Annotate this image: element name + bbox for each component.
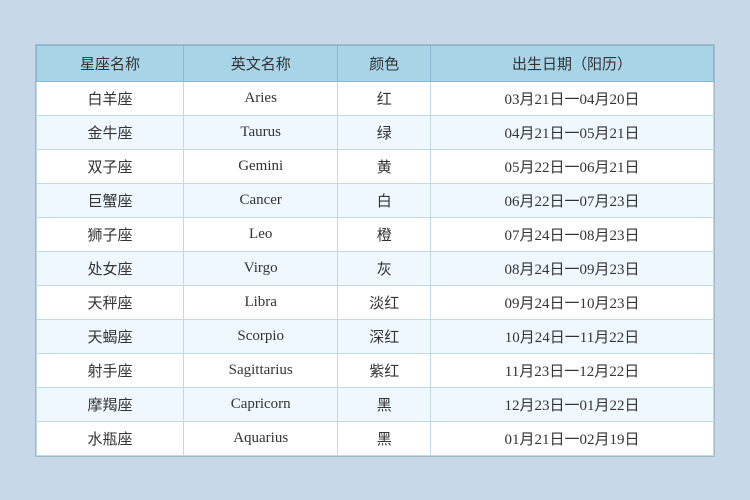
cell-english: Sagittarius — [183, 353, 337, 387]
cell-color: 黑 — [338, 421, 431, 455]
cell-color: 绿 — [338, 115, 431, 149]
table-row: 天秤座Libra淡红09月24日一10月23日 — [37, 285, 714, 319]
cell-dates: 04月21日一05月21日 — [430, 115, 713, 149]
cell-color: 黄 — [338, 149, 431, 183]
table-row: 射手座Sagittarius紫红11月23日一12月22日 — [37, 353, 714, 387]
cell-color: 橙 — [338, 217, 431, 251]
table-row: 狮子座Leo橙07月24日一08月23日 — [37, 217, 714, 251]
table-row: 金牛座Taurus绿04月21日一05月21日 — [37, 115, 714, 149]
cell-dates: 08月24日一09月23日 — [430, 251, 713, 285]
zodiac-table-container: 星座名称 英文名称 颜色 出生日期（阳历） 白羊座Aries红03月21日一04… — [35, 44, 715, 457]
header-color: 颜色 — [338, 45, 431, 81]
cell-english: Scorpio — [183, 319, 337, 353]
cell-dates: 12月23日一01月22日 — [430, 387, 713, 421]
cell-color: 紫红 — [338, 353, 431, 387]
cell-english: Aquarius — [183, 421, 337, 455]
table-header-row: 星座名称 英文名称 颜色 出生日期（阳历） — [37, 45, 714, 81]
cell-color: 灰 — [338, 251, 431, 285]
header-chinese-name: 星座名称 — [37, 45, 184, 81]
cell-dates: 09月24日一10月23日 — [430, 285, 713, 319]
cell-chinese: 金牛座 — [37, 115, 184, 149]
cell-dates: 06月22日一07月23日 — [430, 183, 713, 217]
cell-chinese: 摩羯座 — [37, 387, 184, 421]
cell-dates: 01月21日一02月19日 — [430, 421, 713, 455]
cell-chinese: 狮子座 — [37, 217, 184, 251]
cell-color: 深红 — [338, 319, 431, 353]
cell-color: 红 — [338, 81, 431, 115]
header-english-name: 英文名称 — [183, 45, 337, 81]
table-row: 水瓶座Aquarius黑01月21日一02月19日 — [37, 421, 714, 455]
cell-english: Cancer — [183, 183, 337, 217]
cell-english: Gemini — [183, 149, 337, 183]
cell-dates: 10月24日一11月22日 — [430, 319, 713, 353]
cell-chinese: 白羊座 — [37, 81, 184, 115]
table-row: 巨蟹座Cancer白06月22日一07月23日 — [37, 183, 714, 217]
cell-english: Libra — [183, 285, 337, 319]
cell-color: 白 — [338, 183, 431, 217]
table-row: 处女座Virgo灰08月24日一09月23日 — [37, 251, 714, 285]
header-dates: 出生日期（阳历） — [430, 45, 713, 81]
cell-dates: 11月23日一12月22日 — [430, 353, 713, 387]
table-row: 天蝎座Scorpio深红10月24日一11月22日 — [37, 319, 714, 353]
cell-color: 黑 — [338, 387, 431, 421]
cell-chinese: 射手座 — [37, 353, 184, 387]
cell-chinese: 双子座 — [37, 149, 184, 183]
cell-dates: 03月21日一04月20日 — [430, 81, 713, 115]
cell-chinese: 处女座 — [37, 251, 184, 285]
cell-english: Leo — [183, 217, 337, 251]
table-row: 白羊座Aries红03月21日一04月20日 — [37, 81, 714, 115]
cell-english: Virgo — [183, 251, 337, 285]
table-row: 摩羯座Capricorn黑12月23日一01月22日 — [37, 387, 714, 421]
table-body: 白羊座Aries红03月21日一04月20日金牛座Taurus绿04月21日一0… — [37, 81, 714, 455]
cell-chinese: 巨蟹座 — [37, 183, 184, 217]
table-row: 双子座Gemini黄05月22日一06月21日 — [37, 149, 714, 183]
cell-dates: 05月22日一06月21日 — [430, 149, 713, 183]
cell-dates: 07月24日一08月23日 — [430, 217, 713, 251]
cell-english: Taurus — [183, 115, 337, 149]
cell-chinese: 天蝎座 — [37, 319, 184, 353]
cell-chinese: 天秤座 — [37, 285, 184, 319]
cell-chinese: 水瓶座 — [37, 421, 184, 455]
cell-english: Capricorn — [183, 387, 337, 421]
zodiac-table: 星座名称 英文名称 颜色 出生日期（阳历） 白羊座Aries红03月21日一04… — [36, 45, 714, 456]
cell-english: Aries — [183, 81, 337, 115]
cell-color: 淡红 — [338, 285, 431, 319]
